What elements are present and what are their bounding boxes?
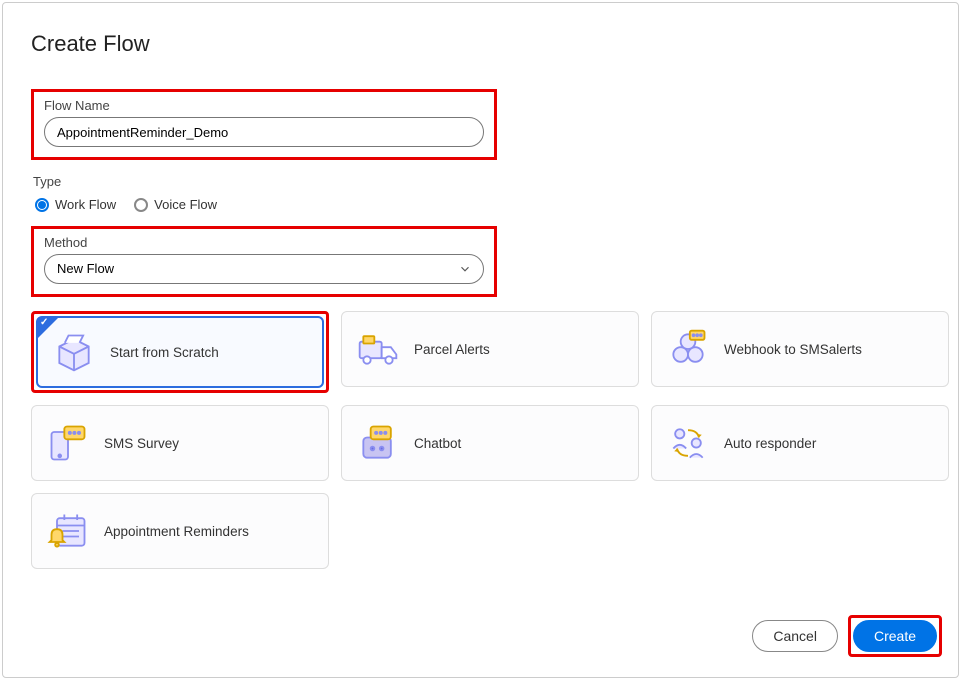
appointment-icon	[46, 509, 90, 553]
template-parcel-alerts[interactable]: Parcel Alerts	[341, 311, 639, 387]
dialog-footer: Cancel Create	[752, 615, 942, 657]
template-label: Auto responder	[724, 436, 816, 451]
radio-work-flow-label[interactable]: Work Flow	[55, 197, 116, 212]
method-highlight: Method New Flow	[31, 226, 497, 297]
template-label: Parcel Alerts	[414, 342, 490, 357]
page-title: Create Flow	[31, 31, 958, 57]
template-label: Start from Scratch	[110, 345, 219, 360]
type-label: Type	[33, 174, 958, 189]
radio-voice-flow-label[interactable]: Voice Flow	[154, 197, 217, 212]
flow-name-input[interactable]	[44, 117, 484, 147]
create-button[interactable]: Create	[853, 620, 937, 652]
box-icon	[52, 330, 96, 374]
template-auto-responder[interactable]: Auto responder	[651, 405, 949, 481]
radio-voice-flow[interactable]	[134, 198, 148, 212]
template-label: Webhook to SMSalerts	[724, 342, 862, 357]
template-label: SMS Survey	[104, 436, 179, 451]
webhook-icon	[666, 327, 710, 371]
template-chatbot[interactable]: Chatbot	[341, 405, 639, 481]
template-grid: Start from Scratch Parcel Alerts	[31, 311, 949, 569]
cancel-button[interactable]: Cancel	[752, 620, 838, 652]
create-flow-dialog: Create Flow Flow Name Type Work Flow Voi…	[2, 2, 959, 678]
sms-survey-icon	[46, 421, 90, 465]
flow-name-highlight: Flow Name	[31, 89, 497, 160]
template-webhook-smsalerts[interactable]: Webhook to SMSalerts	[651, 311, 949, 387]
chatbot-icon	[356, 421, 400, 465]
autoresponder-icon	[666, 421, 710, 465]
truck-icon	[356, 327, 400, 371]
radio-work-flow[interactable]	[35, 198, 49, 212]
template-label: Appointment Reminders	[104, 524, 249, 539]
flow-name-label: Flow Name	[44, 98, 484, 113]
template-appointment-reminders[interactable]: Appointment Reminders	[31, 493, 329, 569]
template-start-from-scratch[interactable]: Start from Scratch	[36, 316, 324, 388]
method-label: Method	[44, 235, 484, 250]
start-from-scratch-highlight: Start from Scratch	[31, 311, 329, 393]
template-label: Chatbot	[414, 436, 461, 451]
template-sms-survey[interactable]: SMS Survey	[31, 405, 329, 481]
create-button-highlight: Create	[848, 615, 942, 657]
method-select[interactable]: New Flow	[44, 254, 484, 284]
